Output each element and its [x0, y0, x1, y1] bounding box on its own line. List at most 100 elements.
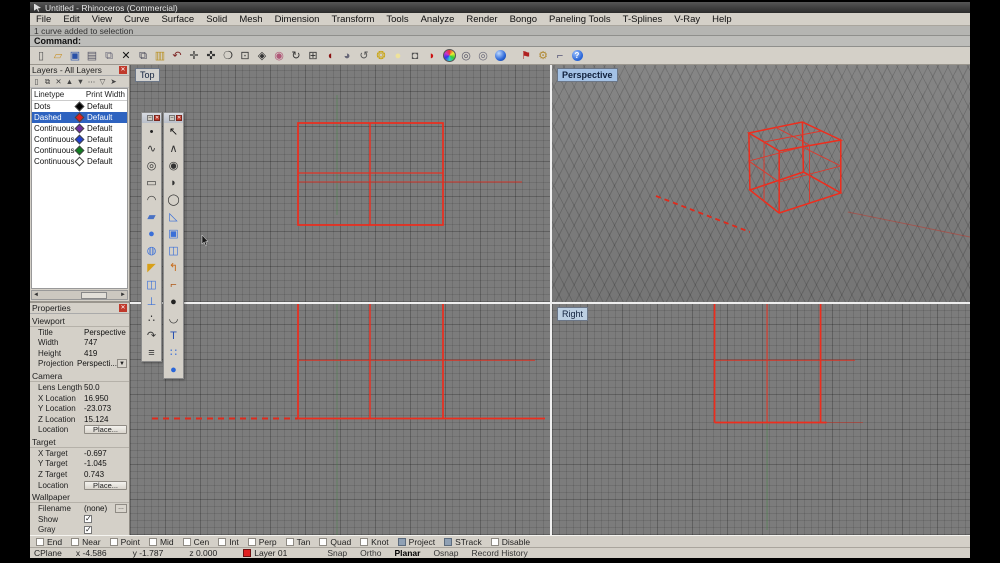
viewport-layout-icon[interactable]: ⊞ — [305, 48, 321, 64]
copy-layer-icon[interactable]: ⧉ — [43, 77, 52, 87]
title-bar[interactable]: Untitled - Rhinoceros (Commercial) — [30, 2, 970, 13]
layer-row[interactable]: Continuous Default — [32, 123, 127, 134]
solid[interactable]: Solid — [200, 14, 233, 25]
paste-icon[interactable]: ▥ — [152, 48, 168, 64]
layers-hscrollbar[interactable]: ◄ ► — [31, 290, 128, 300]
elbow-pipe-icon[interactable]: ⌐ — [164, 276, 183, 293]
osnap-toggle[interactable]: Near — [71, 537, 101, 547]
layer-color-swatch[interactable] — [74, 156, 85, 167]
osnap-toggle[interactable]: STrack — [444, 537, 482, 547]
minimize-icon[interactable]: – — [147, 115, 153, 121]
layer-color-swatch[interactable] — [74, 134, 85, 145]
minimize-icon[interactable]: – — [169, 115, 175, 121]
close-icon[interactable]: ✕ — [176, 115, 182, 121]
toolbar-caption[interactable]: – ✕ — [142, 113, 161, 123]
layer-row[interactable]: Continuous Default — [32, 156, 127, 167]
target-place-button[interactable]: Place... — [84, 480, 127, 490]
checkbox[interactable] — [285, 537, 294, 546]
viewport-perspective-label[interactable]: Perspective — [557, 68, 618, 82]
spotlight-icon[interactable]: ❂ — [373, 48, 389, 64]
copy-icon[interactable]: ⧉ — [135, 48, 151, 64]
checkbox[interactable] — [319, 537, 328, 546]
zoom-icon[interactable]: ❍ — [220, 48, 236, 64]
osnap-toggle[interactable]: Point — [109, 537, 140, 547]
render-sphere-icon[interactable] — [492, 48, 508, 64]
column-print-width[interactable]: Print Width — [76, 90, 125, 99]
osnap-toggle[interactable]: Quad — [319, 537, 351, 547]
linked-blocks-icon[interactable]: ⌐ — [552, 48, 568, 64]
rectangle-icon[interactable]: ▭ — [142, 174, 161, 191]
pipe-icon[interactable]: ⊥ — [142, 293, 161, 310]
checkbox[interactable] — [360, 537, 369, 546]
lock-icon[interactable]: ◘ — [407, 48, 423, 64]
viewport-right[interactable]: Right — [552, 304, 970, 535]
render-sphere-icon[interactable]: ● — [164, 361, 183, 378]
close-icon[interactable]: ✕ — [154, 115, 160, 121]
lightbulb-icon[interactable]: ● — [390, 48, 406, 64]
z-location-value[interactable]: 15.124 — [84, 415, 127, 424]
move-icon[interactable]: ✜ — [203, 48, 219, 64]
zoom-window-icon[interactable]: ⊡ — [237, 48, 253, 64]
y-location-value[interactable]: -23.073 — [84, 404, 127, 413]
checkbox[interactable] — [109, 537, 118, 546]
x-location-value[interactable]: 16.950 — [84, 394, 127, 403]
solid-union-icon[interactable]: ◫ — [142, 276, 161, 293]
planar[interactable]: Planar — [394, 548, 420, 558]
layer-row[interactable]: Dots Default — [32, 101, 127, 112]
t-splines[interactable]: T-Splines — [617, 14, 669, 25]
layer-color-swatch[interactable] — [74, 112, 85, 123]
arc-3pt-icon[interactable]: ◗ — [164, 174, 183, 191]
file[interactable]: File — [30, 14, 57, 25]
edit[interactable]: Edit — [57, 14, 85, 25]
command-input[interactable]: Command: — [30, 36, 970, 47]
checkbox[interactable] — [247, 537, 256, 546]
layer-color-swatch[interactable] — [74, 101, 85, 112]
checkbox[interactable] — [71, 537, 80, 546]
osnap-toggle[interactable]: Perp — [247, 537, 277, 547]
scroll-left-icon[interactable]: ◄ — [33, 292, 39, 298]
point-icon[interactable]: • — [142, 123, 161, 140]
ground-plane-icon[interactable]: ◎ — [475, 48, 491, 64]
undo-icon[interactable]: ↶ — [169, 48, 185, 64]
curve[interactable]: Curve — [118, 14, 155, 25]
flag-icon[interactable]: ⚑ — [518, 48, 534, 64]
close-icon[interactable]: ✕ — [119, 304, 127, 312]
boolean-icon[interactable]: ● — [164, 293, 183, 310]
viewport-perspective[interactable]: Perspective — [552, 65, 970, 302]
delete-icon[interactable]: ✕ — [118, 48, 134, 64]
lens-value[interactable]: 50.0 — [84, 383, 127, 392]
options-gears-icon[interactable]: ⚙ — [535, 48, 551, 64]
checkbox[interactable] — [444, 537, 453, 546]
surface[interactable]: Surface — [155, 14, 200, 25]
array-icon[interactable]: ∷ — [164, 344, 183, 361]
close-icon[interactable]: ✕ — [119, 66, 127, 74]
layer-row[interactable]: Dashed Default — [32, 112, 127, 123]
viewport-top[interactable]: Top — [130, 65, 550, 302]
help[interactable]: Help — [706, 14, 738, 25]
osnap-toggle[interactable]: Project — [397, 537, 435, 547]
refresh-view-icon[interactable]: ↺ — [356, 48, 372, 64]
sphere-icon[interactable]: ● — [142, 225, 161, 242]
layer-color-swatch[interactable] — [74, 123, 85, 134]
surface-icon[interactable]: ▰ — [142, 208, 161, 225]
column-linetype[interactable]: Linetype — [34, 90, 76, 99]
deform-icon[interactable]: ↰ — [164, 259, 183, 276]
osnap-toggle[interactable]: Tan — [285, 537, 310, 547]
osnap-toggle[interactable]: Mid — [148, 537, 174, 547]
move-up-icon[interactable]: ▲ — [65, 77, 74, 86]
projection-dropdown[interactable]: Perspecti... ▼ — [77, 359, 127, 369]
help-icon[interactable] — [569, 48, 585, 64]
print-icon[interactable]: ▤ — [84, 48, 100, 64]
osnap-toggle[interactable]: Disable — [490, 537, 530, 547]
viewport-front[interactable] — [130, 304, 550, 535]
rotate-view-icon[interactable]: ↻ — [288, 48, 304, 64]
layer-tools-icon[interactable]: ➤ — [109, 77, 118, 86]
pointer-icon[interactable]: ↖ — [164, 123, 183, 140]
ellipsoid-icon[interactable]: ◍ — [142, 242, 161, 259]
analyze[interactable]: Analyze — [415, 14, 461, 25]
expand-icon[interactable]: ⋯ — [87, 77, 96, 86]
osnap[interactable]: Osnap — [433, 548, 458, 558]
circle-center-icon[interactable]: ◉ — [164, 157, 183, 174]
handle-curve-icon[interactable]: ↷ — [142, 327, 161, 344]
show-checkbox[interactable] — [84, 514, 92, 524]
